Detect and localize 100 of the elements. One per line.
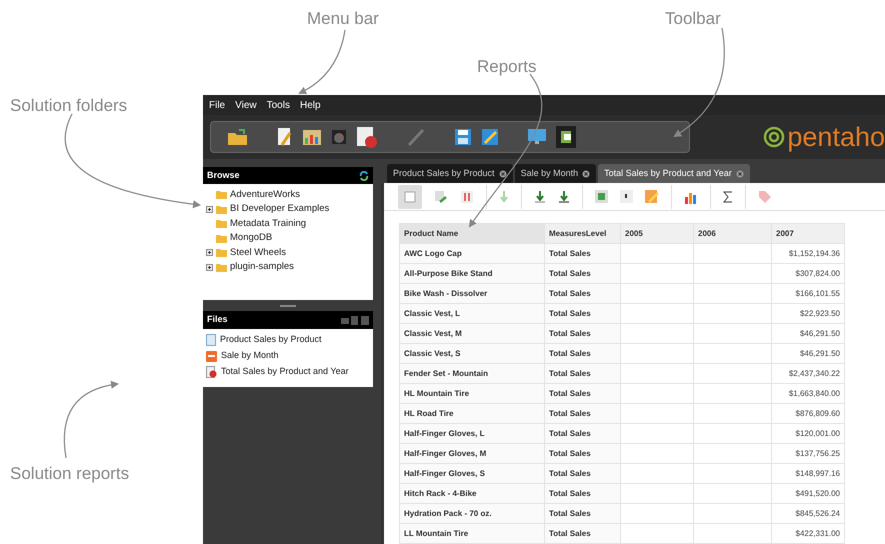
leader-line <box>298 30 346 94</box>
logo-text: pentaho <box>787 124 885 150</box>
table-cell: $876,809.60 <box>772 404 844 424</box>
table-cell: Total Sales <box>544 444 620 464</box>
document-pencil-icon[interactable] <box>277 127 293 147</box>
table-cell: $422,331.00 <box>772 524 844 544</box>
report-list-item[interactable]: Sale by Month <box>221 349 279 363</box>
report-list-item[interactable]: Total Sales by Product and Year <box>221 365 349 379</box>
folder-icon <box>216 190 227 200</box>
table-cell: Total Sales <box>544 404 620 424</box>
expand-icon[interactable] <box>206 206 213 213</box>
save-as-icon[interactable] <box>481 128 499 146</box>
table-cell: $307,824.00 <box>772 264 844 284</box>
table-cell: $166,101.55 <box>772 284 844 304</box>
chart-window-icon[interactable] <box>302 128 322 146</box>
close-icon[interactable] <box>498 170 507 178</box>
table-cell: $137,756.25 <box>772 444 844 464</box>
folder-item[interactable]: AdventureWorks <box>230 188 300 202</box>
table-cell: $46,291.50 <box>772 324 844 344</box>
menu-item[interactable]: View <box>235 98 257 112</box>
panel-title: Browse <box>207 168 240 182</box>
table-cell: Bike Wash - Dissolver <box>400 284 544 304</box>
folder-item[interactable]: MongoDB <box>230 231 272 246</box>
callout-label: Reports <box>477 56 537 78</box>
table-cell: Total Sales <box>544 264 620 284</box>
table-cell: Total Sales <box>544 504 620 524</box>
report-tab[interactable]: Sale by Month <box>514 164 596 183</box>
table-cell: Fender Set - Mountain <box>400 364 544 384</box>
close-icon[interactable] <box>736 170 744 178</box>
table-cell: $1,152,194.36 <box>772 244 844 264</box>
table-cell: LL Mountain Tire <box>400 524 544 544</box>
gauge-icon[interactable] <box>331 129 347 145</box>
sum-icon[interactable] <box>723 190 733 202</box>
analysis-icon <box>206 366 217 378</box>
folder-icon <box>216 248 227 258</box>
column-header[interactable]: 2006 <box>694 224 772 244</box>
expand-icon[interactable] <box>206 264 213 271</box>
table-cell: Total Sales <box>544 484 620 504</box>
spiral-logo-icon <box>763 126 786 148</box>
folder-icon <box>216 204 227 214</box>
table-cell: $120,001.00 <box>772 424 844 444</box>
menu-item[interactable]: File <box>209 98 226 112</box>
folder-icon <box>216 234 227 243</box>
view-options-icon[interactable] <box>341 316 369 324</box>
table-cell: Total Sales <box>544 244 620 264</box>
callout-label: Solution folders <box>10 95 128 117</box>
report-icon[interactable] <box>356 126 378 148</box>
column-header[interactable]: 2007 <box>772 224 844 244</box>
table-cell: Hitch Rack - 4-Bike <box>400 484 544 504</box>
pdf-icon <box>206 350 217 362</box>
table-cell: Total Sales <box>544 384 620 404</box>
table-cell: Half-Finger Gloves, L <box>400 424 544 444</box>
panel-icon[interactable] <box>556 126 576 148</box>
menu-item[interactable]: Help <box>300 98 321 112</box>
folder-icon <box>216 262 227 272</box>
table-cell: $1,663,840.00 <box>772 384 844 404</box>
folder-item[interactable]: Metadata Training <box>230 216 306 231</box>
folder-icon <box>216 219 227 228</box>
braces-icon[interactable] <box>460 190 474 204</box>
table-cell: Total Sales <box>544 424 620 444</box>
table-cell: Total Sales <box>544 344 620 364</box>
table-cell: All-Purpose Bike Stand <box>400 264 544 284</box>
table-cell: $845,526.24 <box>772 504 844 524</box>
table-cell: $46,291.50 <box>772 344 844 364</box>
table-cell: $148,997.16 <box>772 464 844 484</box>
close-icon[interactable] <box>582 170 590 178</box>
report-list-item[interactable]: Product Sales by Product <box>220 333 322 347</box>
table-cell: $491,520.00 <box>772 484 844 504</box>
report-tab[interactable]: Total Sales by Product and Year <box>598 164 750 183</box>
table-cell: Hydration Pack - 70 oz. <box>400 504 544 524</box>
table-cell: AWC Logo Cap <box>400 244 544 264</box>
callout-label: Solution reports <box>10 463 130 485</box>
table-cell: $22,923.50 <box>772 304 844 324</box>
callout-label: Toolbar <box>665 8 721 30</box>
menu-item[interactable]: Tools <box>266 98 290 112</box>
column-header[interactable]: 2005 <box>620 224 694 244</box>
table-cell: Total Sales <box>544 464 620 484</box>
report-tab[interactable]: Product Sales by Product <box>387 164 513 183</box>
expand-icon[interactable] <box>206 249 213 256</box>
download-icon[interactable] <box>534 190 546 204</box>
column-header[interactable]: Product Name <box>400 224 544 244</box>
monitor-icon[interactable] <box>527 128 547 146</box>
save-icon[interactable] <box>454 128 472 146</box>
table-cell: $2,437,340.22 <box>772 364 844 384</box>
callout-label: Menu bar <box>307 8 379 30</box>
folder-item[interactable]: Steel Wheels <box>230 246 286 260</box>
table-cell: Total Sales <box>544 364 620 384</box>
table-cell: Classic Vest, L <box>400 304 544 324</box>
table-cell: Classic Vest, M <box>400 324 544 344</box>
folder-item[interactable]: BI Developer Examples <box>230 202 330 216</box>
folder-item[interactable]: plugin-samples <box>230 260 294 274</box>
table-cell: Classic Vest, S <box>400 344 544 364</box>
panel-title: Files <box>207 313 228 326</box>
document-icon <box>206 334 216 346</box>
download-icon[interactable] <box>558 190 570 204</box>
table-cell: Half-Finger Gloves, M <box>400 444 544 464</box>
table-cell: Total Sales <box>544 304 620 324</box>
table-cell: Total Sales <box>544 524 620 544</box>
open-folder-icon[interactable] <box>227 128 249 146</box>
table-cell: HL Road Tire <box>400 404 544 424</box>
